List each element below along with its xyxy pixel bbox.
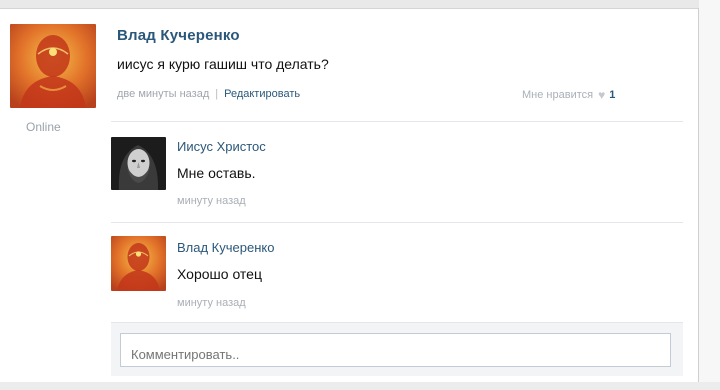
- edit-link[interactable]: Редактировать: [224, 88, 300, 100]
- post-divider: [111, 121, 683, 122]
- comment-author-link[interactable]: Иисус Христос: [177, 139, 266, 154]
- heart-icon: ♥: [598, 88, 606, 102]
- online-status: Online: [26, 120, 61, 134]
- comment-divider: [111, 222, 683, 223]
- comment-time[interactable]: минуту назад: [177, 297, 246, 309]
- post-author-link[interactable]: Влад Кучеренко: [117, 27, 240, 44]
- comment-text: Мне оставь.: [177, 165, 256, 181]
- portrait-orange-image: [111, 236, 166, 291]
- window-top-bar: [0, 0, 720, 8]
- post-meta: две минуты назад | Редактировать: [117, 88, 300, 100]
- window-right-gutter: [699, 0, 720, 390]
- portrait-orange-image: [10, 24, 96, 108]
- comment-avatar[interactable]: [111, 236, 166, 291]
- window-bottom-bar: [0, 382, 720, 390]
- meta-separator: |: [215, 88, 219, 100]
- post-text: иисус я курю гашиш что делать?: [117, 56, 329, 72]
- like-label: Мне нравится: [522, 89, 594, 101]
- post-time[interactable]: две минуты назад: [117, 88, 209, 100]
- comment-author-link[interactable]: Влад Кучеренко: [177, 240, 274, 255]
- comment-time[interactable]: минуту назад: [177, 195, 246, 207]
- like-button[interactable]: Мне нравится ♥ 1: [522, 88, 615, 102]
- portrait-dark-image: [111, 137, 166, 190]
- window-right-border: [698, 8, 699, 382]
- comment-input[interactable]: [120, 333, 671, 367]
- window-top-border: [0, 8, 698, 9]
- comment-avatar[interactable]: [111, 137, 166, 190]
- author-avatar[interactable]: [10, 24, 96, 108]
- like-count: 1: [609, 89, 616, 101]
- comment-text: Хорошо отец: [177, 266, 262, 282]
